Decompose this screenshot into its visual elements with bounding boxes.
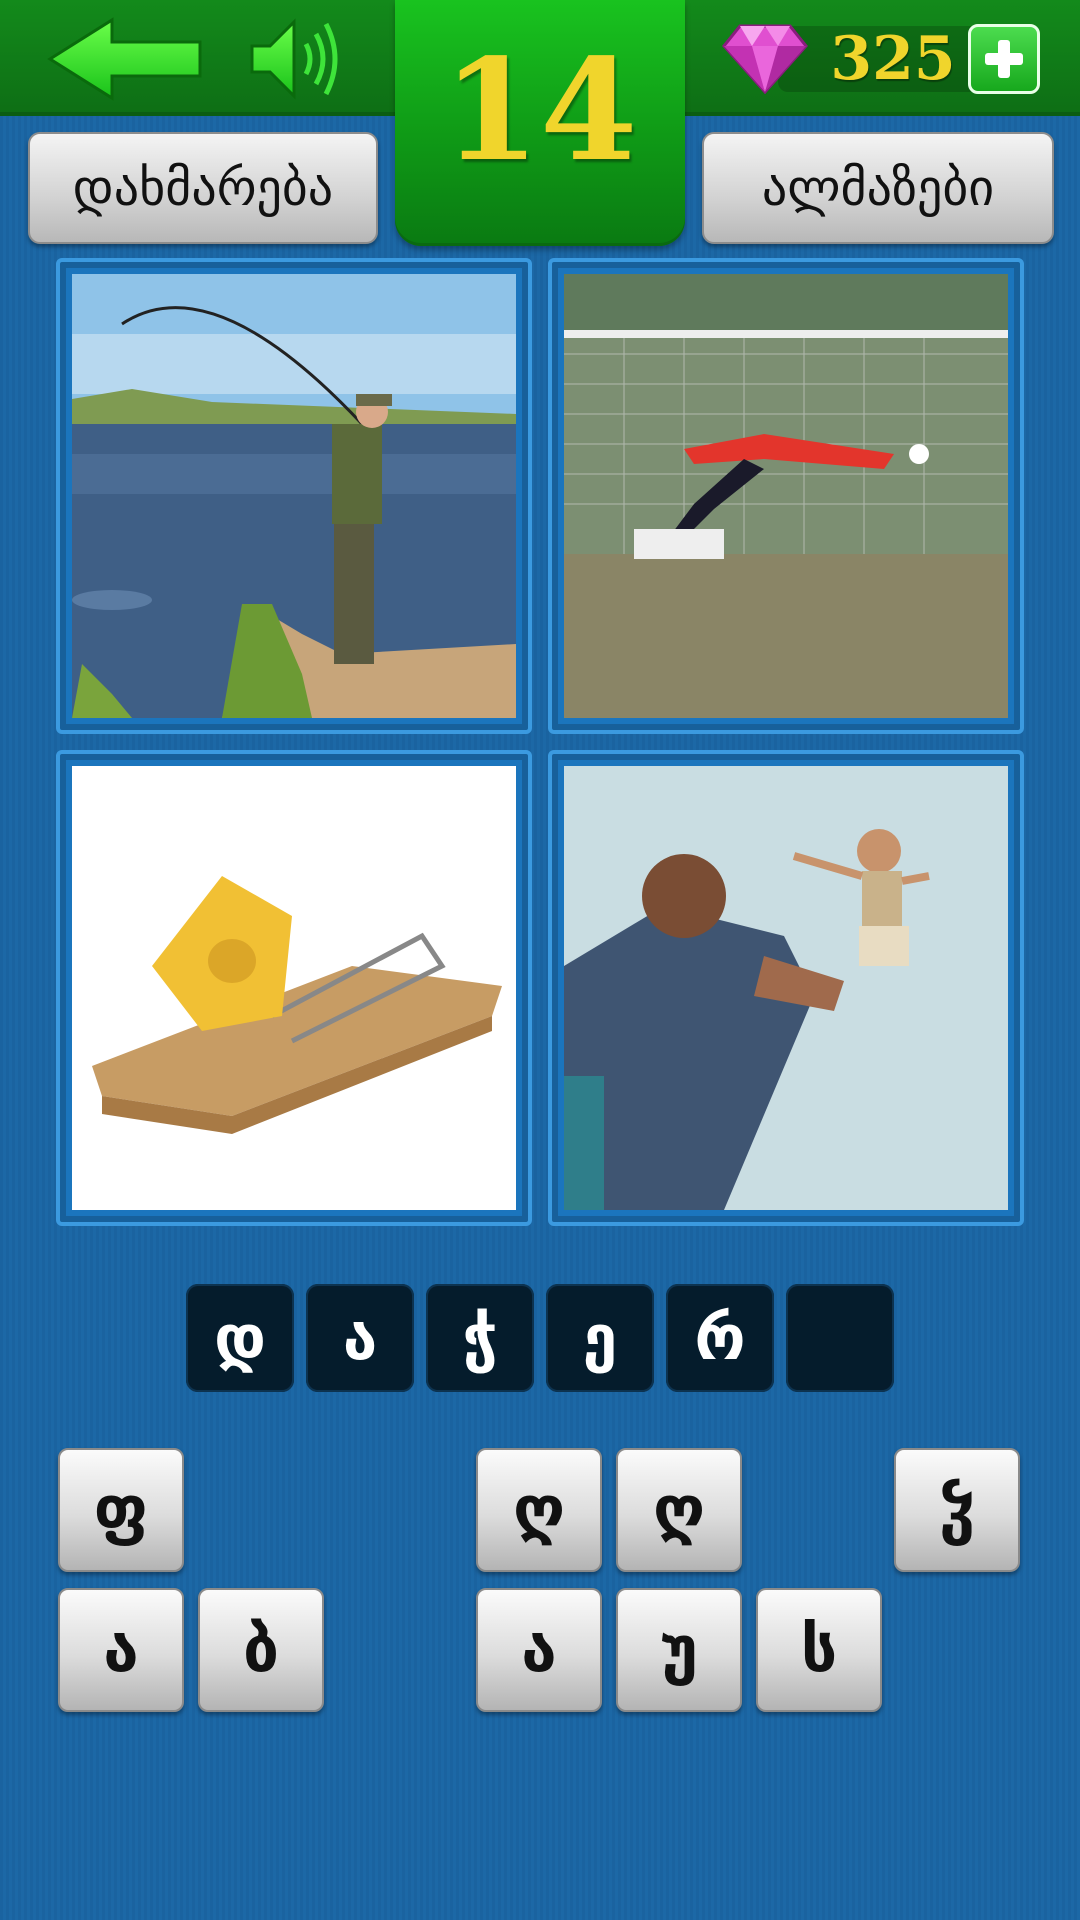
letter-tile[interactable]: ა — [58, 1588, 184, 1712]
speaker-icon[interactable] — [248, 14, 340, 104]
letter-tile[interactable]: ს — [756, 1588, 882, 1712]
fishing-photo — [72, 274, 516, 718]
answer-slot[interactable]: დ — [186, 1284, 294, 1392]
gem-count: 325 — [830, 24, 956, 94]
answer-slot[interactable]: ჭ — [426, 1284, 534, 1392]
diamond-icon — [722, 24, 808, 94]
photo-frame-3[interactable] — [56, 750, 532, 1226]
answer-slot[interactable]: რ — [666, 1284, 774, 1392]
answer-slot[interactable]: ე — [546, 1284, 654, 1392]
help-button[interactable]: დახმარება — [28, 132, 378, 244]
answer-slot[interactable]: ა — [306, 1284, 414, 1392]
mousetrap-photo — [72, 766, 516, 1210]
letter-tile[interactable]: ბ — [198, 1588, 324, 1712]
letter-tile[interactable]: ფ — [58, 1448, 184, 1572]
photo-frame-2[interactable] — [548, 258, 1024, 734]
letter-tile[interactable]: ღ — [616, 1448, 742, 1572]
back-arrow-icon[interactable] — [46, 16, 206, 102]
level-number: 14 — [442, 29, 638, 193]
goalkeeper-photo — [564, 274, 1008, 718]
letter-tile[interactable]: ა — [476, 1588, 602, 1712]
plus-icon[interactable] — [968, 24, 1040, 94]
letter-tile[interactable]: უ — [616, 1588, 742, 1712]
letter-tile[interactable]: ღ — [476, 1448, 602, 1572]
answer-slot[interactable] — [786, 1284, 894, 1392]
level-tab: 14 — [395, 0, 685, 246]
photo-frame-1[interactable] — [56, 258, 532, 734]
letter-tile[interactable]: ჴ — [894, 1448, 1020, 1572]
gems-button[interactable]: ალმაზები — [702, 132, 1054, 244]
throwing-child-photo — [564, 766, 1008, 1210]
photo-frame-4[interactable] — [548, 750, 1024, 1226]
